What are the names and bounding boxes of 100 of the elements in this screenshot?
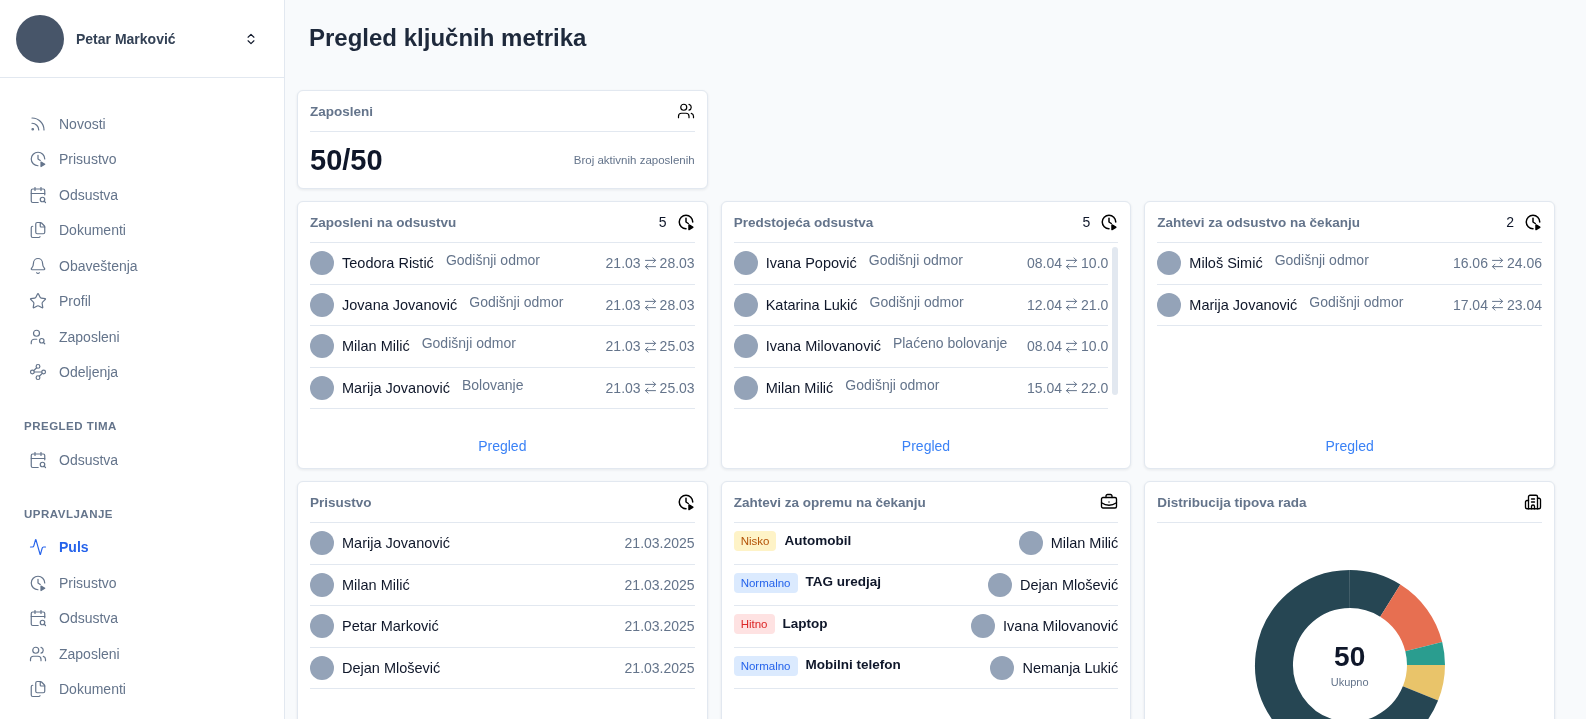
- arrows-icon: [642, 297, 658, 313]
- files-icon: [29, 680, 47, 699]
- arrows-icon: [1064, 297, 1080, 313]
- employee-name: Milan Milić: [1050, 535, 1119, 552]
- nav-item[interactable]: Prisustvo: [16, 565, 268, 601]
- nav-item[interactable]: Novosti: [16, 106, 268, 142]
- nav-item[interactable]: Odsustva: [16, 177, 268, 213]
- leave-type: Godišnji odmor: [445, 252, 541, 269]
- leave-type: Bolovanje: [462, 376, 524, 393]
- employee-name: Milan Milić: [342, 338, 410, 355]
- end-date: 23.04: [1506, 296, 1542, 313]
- avatar: [310, 614, 334, 639]
- scrollbar[interactable]: [1112, 247, 1119, 395]
- bell-icon: [29, 256, 47, 275]
- employee-name: Nemanja Lukić: [1022, 659, 1119, 676]
- total-value: 50: [1334, 642, 1366, 671]
- clock-icon: [29, 150, 47, 169]
- end-date: 28.03: [659, 296, 695, 313]
- card-title: Predstojeća odsustva: [733, 214, 874, 230]
- employee-name: Teodora Ristić: [342, 255, 434, 272]
- nav-item[interactable]: Dokumenti: [16, 212, 268, 248]
- end-date: 24.06: [1506, 255, 1542, 272]
- employee-name: Marija Jovanović: [342, 379, 450, 396]
- clock-icon: [1100, 213, 1119, 231]
- arrows-icon: [642, 380, 658, 396]
- calendar-search-icon: [29, 185, 47, 204]
- start-date: 21.03: [605, 296, 641, 313]
- avatar: [310, 572, 334, 597]
- card-title: Prisustvo: [310, 494, 372, 510]
- start-date: 15.04: [1027, 379, 1063, 396]
- employee-count: 50/50: [310, 143, 383, 177]
- section-title: UPRAVLJANJE: [23, 506, 114, 522]
- caption: Broj aktivnih zaposlenih: [573, 154, 695, 166]
- nav-item[interactable]: Prisustvo: [16, 141, 268, 177]
- clock-icon: [1524, 213, 1542, 231]
- date: 21.03.2025: [624, 618, 695, 635]
- nav-item[interactable]: Odeljenja: [16, 354, 268, 390]
- leave-type: Godišnji odmor: [869, 293, 964, 310]
- nav-item[interactable]: Dokumenti: [16, 671, 268, 707]
- equipment-name: Laptop: [782, 615, 828, 631]
- date: 21.03.2025: [624, 659, 695, 676]
- leave-type: Godišnji odmor: [469, 293, 564, 310]
- equipment-name: TAG uredjaj: [805, 574, 882, 590]
- nav-item[interactable]: Obaveštenja: [16, 248, 268, 284]
- employee-name: Miloš Simić: [1189, 255, 1263, 272]
- avatar: [310, 375, 334, 400]
- avatar: [733, 251, 758, 276]
- nav-item[interactable]: Profil: [16, 283, 268, 319]
- briefcase-icon: [1100, 493, 1119, 511]
- avatar: [733, 292, 758, 317]
- arrows-icon: [642, 255, 658, 271]
- user-search-icon: [29, 327, 47, 346]
- overview-link[interactable]: Pregled: [1325, 437, 1374, 454]
- employee-name: Ivana Milovanović: [765, 338, 881, 355]
- end-date: 10.0: [1081, 255, 1109, 272]
- employee-name: Dejan Mlošević: [1020, 576, 1119, 593]
- building-icon: [1524, 493, 1542, 511]
- start-date: 17.04: [1452, 296, 1488, 313]
- avatar: [310, 292, 334, 317]
- section-title: PREGLED TIMA: [23, 419, 118, 434]
- nav-item[interactable]: Zaposleni: [16, 319, 268, 355]
- end-date: 25.03: [659, 379, 695, 396]
- card-title: Distribucija tipova rada: [1157, 494, 1307, 510]
- avatar: [310, 251, 334, 276]
- employee-name: Ivana Popović: [765, 255, 857, 272]
- count: 2: [1506, 214, 1514, 230]
- pulse-icon: [29, 538, 47, 557]
- clock-icon: [29, 573, 47, 592]
- date: 21.03.2025: [624, 576, 695, 593]
- priority-badge: Normalno: [733, 655, 798, 676]
- star-icon: [29, 292, 47, 311]
- start-date: 21.03: [605, 338, 641, 355]
- employee-name: Jovana Jovanović: [342, 296, 458, 313]
- clock-icon: [676, 493, 695, 511]
- avatar: [310, 655, 334, 680]
- start-date: 21.03: [605, 255, 641, 272]
- priority-badge: Nisko: [733, 531, 777, 552]
- leave-type: Godišnji odmor: [1309, 293, 1404, 310]
- start-date: 21.03: [605, 379, 641, 396]
- overview-link[interactable]: Pregled: [478, 437, 527, 454]
- employee-name: Marija Jovanović: [342, 535, 450, 552]
- card-title: Zaposleni na odsustvu: [310, 214, 457, 230]
- employee-name: Marija Jovanović: [1189, 296, 1298, 313]
- arrows-icon: [1489, 255, 1505, 271]
- start-date: 08.04: [1027, 255, 1063, 272]
- end-date: 22.0: [1081, 379, 1109, 396]
- count: 5: [1082, 214, 1091, 230]
- count: 5: [658, 214, 667, 230]
- nav-item[interactable]: Puls: [16, 529, 268, 565]
- nav-item[interactable]: Zaposleni: [16, 636, 268, 672]
- priority-badge: Hitno: [733, 614, 775, 635]
- priority-badge: Normalno: [733, 572, 798, 593]
- avatar: [310, 531, 334, 556]
- overview-link[interactable]: Pregled: [901, 437, 951, 454]
- nav-item[interactable]: Odsustva: [16, 442, 268, 478]
- avatar: [1157, 251, 1182, 276]
- avatar: [733, 375, 758, 400]
- nav-item[interactable]: Odsustva: [16, 600, 268, 636]
- nodes-icon: [29, 363, 47, 382]
- end-date: 10.0: [1081, 338, 1109, 355]
